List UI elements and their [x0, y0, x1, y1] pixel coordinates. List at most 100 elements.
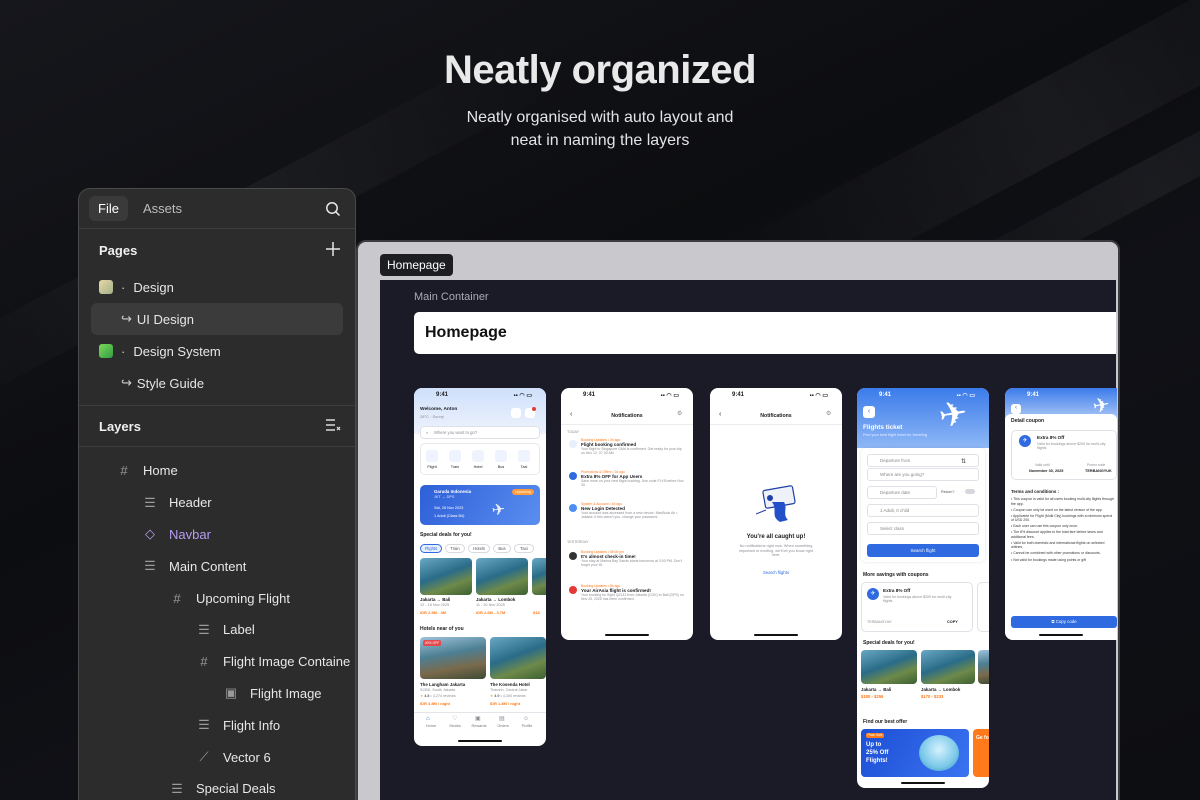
- deal-image[interactable]: [921, 650, 975, 684]
- flight-icon[interactable]: [426, 450, 438, 462]
- home-tab-icon[interactable]: ⌂: [426, 716, 430, 724]
- layer-upcoming-flight[interactable]: # Upcoming Flight: [79, 582, 355, 614]
- deal-tab[interactable]: Taxi: [514, 544, 534, 553]
- stories-tab-icon[interactable]: ♡: [452, 716, 457, 724]
- main-container-label: Main Container: [414, 291, 489, 303]
- term-text: Not valid for bookings made using points…: [1013, 557, 1086, 562]
- settings-icon[interactable]: ⚙: [826, 411, 831, 419]
- tab-file[interactable]: File: [89, 196, 128, 221]
- deal-tab[interactable]: Flights: [420, 544, 442, 553]
- term-item: • Not valid for bookings made using poin…: [1011, 557, 1086, 562]
- notification-item[interactable]: System & Account • 4d ago New Login Detec…: [569, 502, 685, 534]
- frame-icon: #: [120, 463, 128, 479]
- subpage-arrow-icon: ↪: [121, 311, 132, 326]
- cat-label: Train: [450, 465, 460, 469]
- deal-image[interactable]: [861, 650, 917, 684]
- settings-icon[interactable]: ⚙: [677, 411, 682, 419]
- page-item-ui-design[interactable]: ↪ UI Design: [91, 303, 343, 335]
- layer-flight-image[interactable]: ▣ Flight Image: [79, 678, 355, 710]
- notification-item[interactable]: Promotions & Offers • 2d ago Extra 8% OFF…: [569, 470, 685, 502]
- panel-tabs: File Assets: [79, 189, 355, 229]
- subheadline-line-1: Neatly organised with auto layout and: [466, 109, 734, 126]
- phone-flights-ticket[interactable]: 9:41 ▪▪ ◠ ▭ ‹ Flights ticket Find your be…: [857, 388, 989, 788]
- deal-image[interactable]: [420, 558, 472, 595]
- term-text: Cannot be combined with other promotions…: [1013, 551, 1101, 556]
- layer-label: Navbar: [169, 526, 211, 542]
- coupon-name: Extra 8% Off: [1037, 435, 1065, 440]
- return-toggle[interactable]: [965, 489, 975, 494]
- page-label: Design: [133, 279, 174, 295]
- term-text: This coupon is valid for all users booki…: [1011, 497, 1114, 506]
- layer-header[interactable]: ☰ Header: [79, 487, 355, 519]
- valid-label: Valid until: [1035, 463, 1050, 467]
- swap-icon[interactable]: ⇅: [961, 459, 966, 467]
- hotel-image[interactable]: [490, 637, 546, 679]
- layer-special-deals[interactable]: ☰ Special Deals: [79, 773, 355, 800]
- page-item-style-guide[interactable]: ↪ Style Guide: [79, 367, 355, 399]
- phone-detail-coupon[interactable]: 9:41 ‹ ✈ Detail coupon ✈ Extra 8% Off Va…: [1005, 388, 1117, 640]
- orders-tab-icon[interactable]: ▤: [499, 716, 505, 724]
- notification-item[interactable]: Booking Updates • 3h ago Flight booking c…: [569, 438, 685, 470]
- layer-label: Flight Image: [250, 685, 322, 701]
- frame-tag[interactable]: Homepage: [380, 254, 453, 276]
- deal-image[interactable]: [476, 558, 528, 595]
- copy-button[interactable]: COPY: [947, 620, 958, 625]
- class-field[interactable]: Select class: [867, 522, 979, 535]
- search-icon: ⌕: [426, 429, 429, 435]
- layer-flight-image-container[interactable]: # Flight Image Containe: [79, 646, 355, 678]
- phone-notifications[interactable]: 9:41 ▪▪ ◠ ▭ ‹ Notifications ⚙ TODAY Booki…: [561, 388, 693, 640]
- signal-icon: ▪▪ ◠ ▭: [660, 392, 680, 399]
- back-icon[interactable]: ‹: [1011, 404, 1021, 414]
- layer-flight-info[interactable]: ☰ Flight Info: [79, 709, 355, 741]
- offer-banner-next[interactable]: Ge fo: [973, 729, 989, 777]
- bus-icon[interactable]: [495, 450, 507, 462]
- back-icon[interactable]: ‹: [863, 406, 875, 418]
- layer-navbar[interactable]: ◇ Navbar: [79, 519, 355, 551]
- rewards-tab-icon[interactable]: ▣: [475, 716, 481, 724]
- deal-price: $18: [533, 610, 540, 615]
- valid-value: November 30, 2025: [1029, 469, 1064, 473]
- notification-item[interactable]: Booking Updates • 08:00 pm It's almost ch…: [569, 550, 685, 582]
- profile-tab-icon[interactable]: ☺: [523, 716, 529, 724]
- pages-title: Pages: [99, 242, 138, 258]
- deal-image[interactable]: [532, 558, 546, 595]
- deal-tab[interactable]: Hotels: [468, 544, 490, 553]
- layer-home[interactable]: # Home: [79, 455, 355, 487]
- phone-home[interactable]: 9:41 ▪▪ ◠ ▭ Welcome, Anton 28°C · Sunny ⌕…: [414, 388, 546, 746]
- notification-dot: [532, 407, 536, 411]
- search-flights-link[interactable]: Search flights: [710, 570, 842, 575]
- empty-illustration: [750, 484, 804, 524]
- deal-image[interactable]: [978, 650, 989, 684]
- coupon-card-next[interactable]: [977, 582, 989, 632]
- add-page-icon[interactable]: [325, 241, 341, 260]
- copy-code-button[interactable]: ⧉ Copy code: [1011, 616, 1117, 628]
- hotel-icon[interactable]: [472, 450, 484, 462]
- taxi-icon[interactable]: [518, 450, 530, 462]
- hotel-rating: 4.8: [424, 694, 430, 698]
- layer-label: Label: [223, 622, 255, 638]
- layer-vector-6[interactable]: ⟋ Vector 6: [79, 741, 355, 773]
- page-item-design-system[interactable]: · Design System: [79, 335, 355, 367]
- page-item-design[interactable]: · Design: [79, 271, 355, 303]
- bag-icon[interactable]: [511, 408, 521, 418]
- deal-tab[interactable]: Bus: [493, 544, 511, 553]
- search-flight-button[interactable]: Search flight: [867, 544, 979, 557]
- collapse-layers-icon[interactable]: [325, 418, 341, 435]
- tab-label: Orders: [497, 724, 509, 728]
- airline-name: Garuda Indonesia: [434, 489, 472, 494]
- notification-item[interactable]: Booking Updates • 8h ago Your AirAsia fli…: [569, 584, 685, 616]
- tab-assets[interactable]: Assets: [134, 196, 191, 221]
- phone-empty-notifications[interactable]: 9:41 ▪▪ ◠ ▭ ‹ Notifications ⚙ You're all …: [710, 388, 842, 640]
- signal-icon: ▪▪ ◠ ▭: [809, 392, 829, 399]
- destination-field[interactable]: Where are you going?: [867, 468, 979, 481]
- date-field[interactable]: Departure date: [867, 486, 937, 499]
- deal-tab[interactable]: Train: [445, 544, 465, 553]
- layer-label-item[interactable]: ☰ Label: [79, 614, 355, 646]
- search-icon[interactable]: [325, 201, 341, 222]
- passenger-field[interactable]: 1 Adult, 0 child: [867, 504, 979, 517]
- offer-title: Find our best offer: [863, 719, 908, 725]
- layer-main-content[interactable]: ☰ Main Content: [79, 550, 355, 582]
- tab-label: Profile: [521, 724, 533, 728]
- train-icon[interactable]: [449, 450, 461, 462]
- main-container-title[interactable]: Homepage: [414, 312, 1116, 354]
